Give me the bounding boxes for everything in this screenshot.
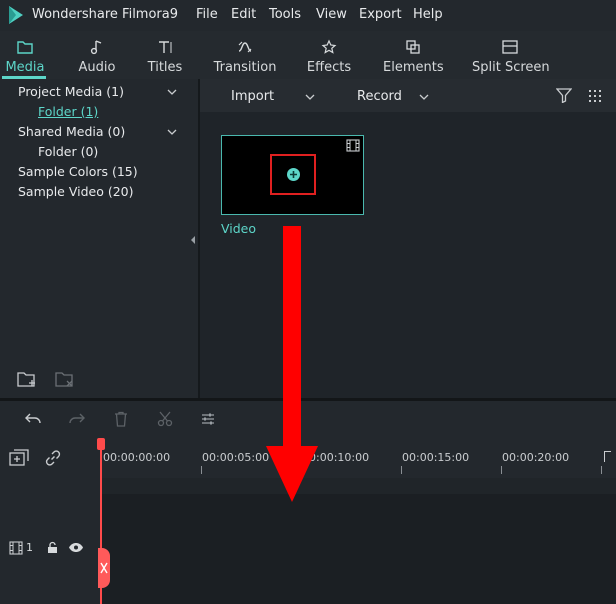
chevron-down-icon[interactable] <box>419 94 429 100</box>
lock-icon[interactable] <box>47 541 58 554</box>
transition-icon <box>238 41 252 53</box>
add-to-timeline-button[interactable] <box>287 168 300 181</box>
add-track-icon[interactable] <box>9 449 29 467</box>
tab-transition[interactable]: Transition <box>212 31 278 79</box>
ruler-tick-label: 00:00:00:00 <box>103 451 171 464</box>
tree-sample-colors[interactable]: Sample Colors (15) <box>18 164 138 179</box>
tab-label: Effects <box>306 60 352 75</box>
track-number: 1 <box>26 541 33 554</box>
trash-icon[interactable] <box>113 411 129 427</box>
tree-shared-folder[interactable]: Folder (0) <box>38 144 98 159</box>
media-item-label: Video <box>221 221 257 236</box>
tab-split-screen[interactable]: Split Screen <box>472 31 550 79</box>
ruler-tick-label-clipped <box>600 451 616 463</box>
menu-edit[interactable]: Edit <box>231 7 256 22</box>
menu-file[interactable]: File <box>196 7 218 22</box>
ruler-tick <box>401 466 402 474</box>
playhead-handle[interactable] <box>98 548 110 588</box>
menu-help[interactable]: Help <box>413 7 443 22</box>
filter-icon[interactable] <box>556 88 572 103</box>
tree-project-media[interactable]: Project Media (1) <box>18 84 124 99</box>
ruler-tick-label: 00:00:05:00 <box>202 451 270 464</box>
tree-shared-media[interactable]: Shared Media (0) <box>18 124 125 139</box>
tab-titles[interactable]: Titles <box>144 31 186 79</box>
tab-label: Media <box>5 60 45 75</box>
app-title: Wondershare Filmora9 <box>32 7 179 22</box>
video-track[interactable] <box>100 494 616 604</box>
effects-icon <box>321 39 337 54</box>
tab-media[interactable]: Media <box>4 31 46 79</box>
annotation-arrow-icon <box>266 226 318 502</box>
tab-label: Split Screen <box>472 60 550 75</box>
new-folder-icon[interactable] <box>17 370 37 388</box>
elements-icon <box>406 40 420 54</box>
tree-sample-video[interactable]: Sample Video (20) <box>18 184 134 199</box>
collapse-panel-icon[interactable] <box>190 236 196 244</box>
adjust-icon[interactable] <box>200 411 216 427</box>
music-note-icon <box>90 40 102 55</box>
playhead-marker[interactable] <box>97 438 105 450</box>
import-dropdown[interactable]: Import <box>231 89 274 104</box>
tab-label: Audio <box>78 60 116 75</box>
filmora-logo-icon <box>9 6 23 24</box>
video-track-icon <box>9 541 23 555</box>
ruler-tick-label: 00:00:20:00 <box>502 451 570 464</box>
tree-project-folder[interactable]: Folder (1) <box>38 104 98 119</box>
menu-export[interactable]: Export <box>359 7 402 22</box>
media-panel <box>200 79 616 398</box>
chevron-down-icon[interactable] <box>167 129 177 135</box>
link-icon[interactable] <box>44 449 62 467</box>
ruler-tick <box>601 466 602 474</box>
menu-view[interactable]: View <box>316 7 347 22</box>
scissors-icon <box>100 562 108 574</box>
grid-view-icon[interactable] <box>588 89 602 103</box>
tab-effects[interactable]: Effects <box>305 31 353 79</box>
scissors-icon[interactable] <box>157 411 173 427</box>
tab-label: Elements <box>383 60 444 75</box>
eye-icon[interactable] <box>68 542 84 553</box>
chevron-down-icon[interactable] <box>167 89 177 95</box>
record-dropdown[interactable]: Record <box>357 89 402 104</box>
redo-icon[interactable] <box>68 411 86 426</box>
menu-tools[interactable]: Tools <box>269 7 301 22</box>
delete-folder-icon[interactable] <box>55 370 75 388</box>
chevron-down-icon[interactable] <box>305 94 315 100</box>
folder-icon <box>17 41 33 54</box>
timeline-gap <box>100 478 616 494</box>
ruler-tick <box>501 466 502 474</box>
ruler-tick-label: 00:00:15:00 <box>402 451 470 464</box>
tab-label: Titles <box>147 60 183 75</box>
plus-icon <box>290 171 297 178</box>
text-icon <box>159 41 172 53</box>
tab-label: Transition <box>213 60 277 75</box>
tab-audio[interactable]: Audio <box>76 31 118 79</box>
split-screen-icon <box>502 40 518 54</box>
ruler-tick <box>201 466 202 474</box>
film-strip-icon <box>346 139 360 152</box>
tab-elements[interactable]: Elements <box>383 31 444 79</box>
undo-icon[interactable] <box>24 411 42 426</box>
